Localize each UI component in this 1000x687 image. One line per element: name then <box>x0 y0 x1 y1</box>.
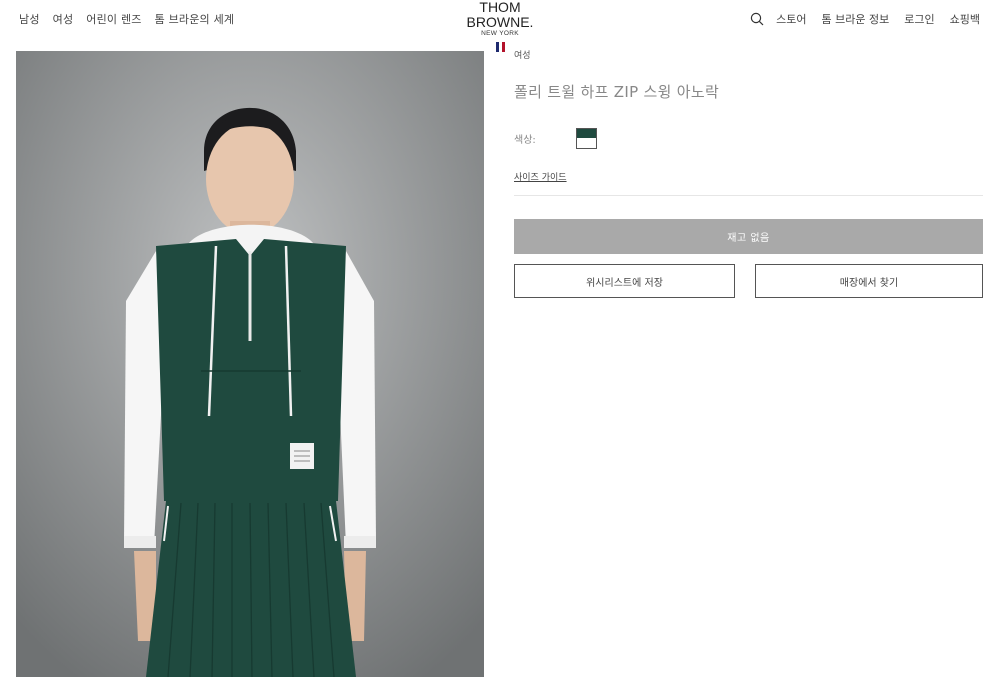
utility-menu: 스토어 톰 브라운 정보 로그인 쇼핑백 <box>750 11 980 27</box>
wishlist-button[interactable]: 위시리스트에 저장 <box>514 264 735 298</box>
color-swatch[interactable] <box>576 127 597 149</box>
action-buttons: 위시리스트에 저장 매장에서 찾기 <box>514 264 983 298</box>
nav-item-men[interactable]: 남성 <box>19 11 40 27</box>
nav-item-login[interactable]: 로그인 <box>904 11 934 27</box>
product-title: 폴리 트윌 하프 ZIP 스윙 아노락 <box>514 83 720 101</box>
product-info: 여성 폴리 트윌 하프 ZIP 스윙 아노락 색상: 사이즈 가이드 재고 없음… <box>514 48 983 298</box>
nav-item-about[interactable]: 톰 브라운 정보 <box>822 11 890 27</box>
color-label: 색상: <box>514 134 536 146</box>
nav-item-kids[interactable]: 어린이 렌즈 <box>86 11 141 27</box>
color-selector: 색상: <box>514 127 983 149</box>
divider <box>514 195 983 196</box>
brand-name: THOM BROWNE. <box>466 0 534 30</box>
nav-item-women[interactable]: 여성 <box>53 11 74 27</box>
main-menu: 남성 여성 어린이 렌즈 톰 브라운의 세계 <box>19 11 247 27</box>
nav-item-stores[interactable]: 스토어 <box>776 11 806 27</box>
sold-out-button[interactable]: 재고 없음 <box>514 219 983 254</box>
find-in-store-button[interactable]: 매장에서 찾기 <box>755 264 983 298</box>
product-image[interactable] <box>16 51 484 677</box>
brand-logo[interactable]: THOM BROWNE. NEW YORK <box>448 0 552 52</box>
nav-item-world[interactable]: 톰 브라운의 세계 <box>155 11 235 27</box>
breadcrumb-category[interactable]: 여성 <box>514 48 983 61</box>
brand-subtitle: NEW YORK <box>481 30 519 37</box>
nav-item-bag[interactable]: 쇼핑백 <box>950 11 980 27</box>
top-navigation: 남성 여성 어린이 렌즈 톰 브라운의 세계 THOM BROWNE. NEW … <box>0 0 1000 52</box>
size-guide-link[interactable]: 사이즈 가이드 <box>514 170 567 183</box>
search-icon[interactable] <box>750 12 764 26</box>
